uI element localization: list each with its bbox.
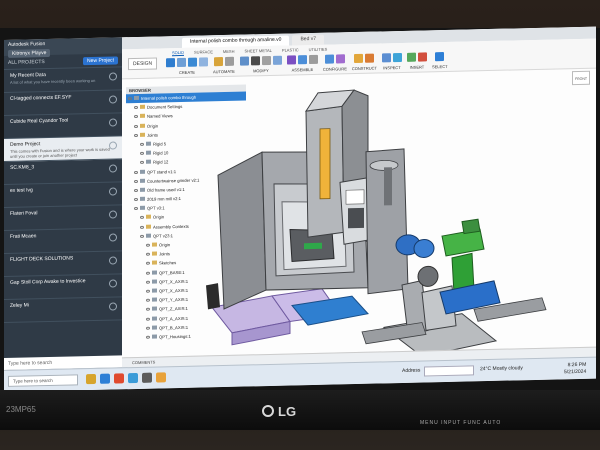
project-name: SC.KM8_3 [10,164,35,171]
project-item[interactable]: My Recent Data A list of what you have re… [4,67,122,93]
outlook-icon[interactable] [128,372,138,384]
project-status-icon [109,279,117,288]
project-status-icon [109,233,117,242]
project-name: Flateri Foval [10,210,38,217]
project-name: Frati Mcaen [10,233,37,240]
project-name: FLIGHT DECK SOLUTIONS [10,255,74,263]
new-project-button[interactable]: New Project [83,55,118,65]
app-name: Autodesk Fusion [8,41,46,48]
project-item[interactable]: FLIGHT DECK SOLUTIONS [4,251,122,277]
fusion-app-window: Internal polish combo through amaline.v0… [122,26,596,368]
green-fixture [441,218,485,295]
system-clock[interactable]: 8:26 PM 5/21/2024 [564,362,586,377]
project-item[interactable]: SC.KM8_3 [4,159,122,185]
hub-selector[interactable]: Kitronyx Playve [8,48,51,58]
fusion-app-icon[interactable] [114,373,124,384]
project-item[interactable]: ex test Ivg [4,182,122,208]
project-description: This comes with Fusion and is where your… [10,146,110,159]
project-status-icon [109,118,117,127]
project-status-icon [109,95,117,104]
lg-logo-icon [262,405,274,417]
file-explorer-icon[interactable] [86,373,96,385]
project-name: Gap Stoll Corp Awake to Investice [10,278,86,286]
projects-section-label: ALL PROJECTS [8,58,45,66]
project-status-icon [109,302,117,311]
data-panel: Autodesk Fusion Kitronyx Playve ALL PROJ… [4,37,122,370]
project-list: My Recent Data A list of what you have re… [4,67,122,323]
lg-logo-text: LG [278,404,297,419]
chrome-icon[interactable] [156,372,166,383]
project-item[interactable]: Flateri Foval [4,205,122,231]
project-status-icon [109,256,117,265]
lg-logo: LG [262,404,296,419]
mill-right-block [365,148,409,295]
monitor-buttons-label: MENU INPUT FUNC AUTO [420,420,502,426]
project-item[interactable]: Cubide Real Cyandor Tool [4,113,122,139]
project-item[interactable]: Demo Project This comes with Fusion and i… [4,136,122,162]
project-item[interactable]: Zeley Mi [4,297,122,323]
project-name: Cl-tagged connects EF.SYF [10,94,72,102]
settings-icon[interactable] [142,372,152,383]
model-viewport[interactable] [122,27,596,368]
project-status-icon [109,164,117,173]
chip-tray [206,283,220,310]
project-status-icon [109,210,117,219]
mill-control-panel [339,177,371,245]
project-name: Cubide Real Cyandor Tool [10,117,69,125]
monitor-chin [0,390,600,430]
clock-date: 5/21/2024 [564,368,587,376]
address-label: Address [402,367,421,374]
address-input[interactable] [424,365,474,377]
project-item[interactable]: Frati Mcaen [4,228,122,254]
project-status-icon [109,187,117,196]
project-item[interactable]: Cl-tagged connects EF.SYF [4,90,122,116]
project-name: ex test Ivg [10,187,33,194]
project-description: A list of what you have recently been wo… [10,77,96,85]
taskbar-search-input[interactable]: Type here to search [8,374,78,387]
photo-background: Autodesk Fusion Kitronyx Playve ALL PROJ… [0,0,600,450]
project-item[interactable]: Gap Stoll Corp Awake to Investice [4,274,122,300]
weather-widget[interactable]: 24°C Mostly cloudy [480,365,523,372]
project-name: Zeley Mi [10,302,29,309]
monitor-model-label: 23MP65 [6,405,36,414]
edge-browser-icon[interactable] [100,373,110,384]
monitor-screen: Autodesk Fusion Kitronyx Playve ALL PROJ… [4,26,596,392]
